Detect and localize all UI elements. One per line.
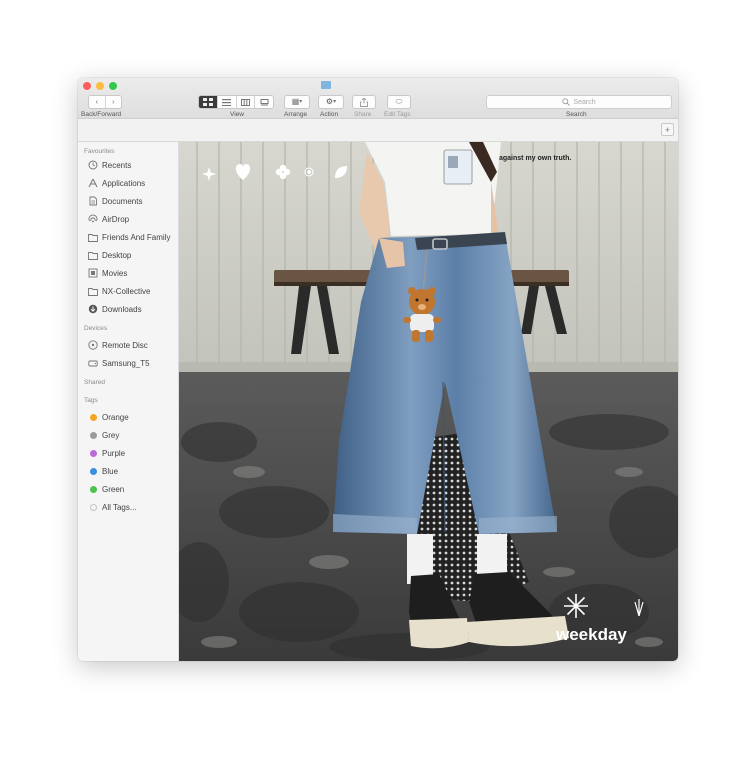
sidebar-heading-devices: Devices	[84, 325, 108, 332]
sidebar-item-label: Samsung_T5	[102, 358, 150, 368]
arrange-button[interactable]: ▦ ▾	[284, 95, 310, 109]
download-icon	[88, 304, 98, 314]
action-label: Action	[320, 111, 339, 118]
sidebar-item-label: Friends And Family	[102, 232, 171, 242]
starburst-icon	[564, 594, 588, 618]
sidebar-item-label: Remote Disc	[102, 340, 148, 350]
toolbar: ‹ › Back/Forward View ▦ ▾ Arrange ⚙ ▾ Ac…	[78, 78, 678, 119]
search-icon	[562, 98, 571, 106]
folder-icon	[88, 232, 98, 242]
sidebar-item-label: Purple	[102, 448, 126, 458]
sidebar-item-label: AirDrop	[102, 214, 130, 224]
all-tags-icon	[88, 502, 98, 512]
share-icon	[360, 97, 368, 107]
applications-icon	[88, 178, 98, 188]
sidebar-item-downloads[interactable]: Downloads	[88, 302, 178, 316]
sidebar-item-label: Blue	[102, 466, 119, 476]
forward-button[interactable]: ›	[105, 96, 121, 108]
sidebar-item-friends-and-family[interactable]: Friends And Family	[88, 230, 178, 244]
sidebar-item-label: All Tags...	[102, 502, 137, 512]
sidebar-item-samsung-t5[interactable]: Samsung_T5	[88, 356, 178, 370]
drive-icon	[88, 358, 98, 368]
back-button[interactable]: ‹	[89, 96, 106, 108]
tab-bar: +	[78, 119, 678, 142]
sidebar-item-label: Orange	[102, 412, 129, 422]
sidebar-item-label: Applications	[102, 178, 146, 188]
sidebar-tag-orange[interactable]: Orange	[88, 410, 178, 424]
sidebar-item-label: Movies	[102, 268, 128, 278]
sidebar-heading-shared: Shared	[84, 379, 105, 386]
search-placeholder: Search	[573, 98, 596, 106]
tag-color-dot	[88, 448, 98, 458]
film-icon	[88, 268, 98, 278]
sidebar-item-desktop[interactable]: Desktop	[88, 248, 178, 262]
wall-sign-text: against my own truth.	[499, 155, 571, 162]
sidebar-heading-tags: Tags	[84, 397, 98, 404]
clock-icon	[88, 160, 98, 170]
sidebar-tag-grey[interactable]: Grey	[88, 428, 178, 442]
share-label: Share	[354, 111, 372, 118]
new-tab-button[interactable]: +	[661, 123, 674, 136]
search-label: Search	[566, 111, 587, 118]
disc-icon	[88, 340, 98, 350]
sidebar-tag-green[interactable]: Green	[88, 482, 178, 496]
tag-icon: ⬭	[395, 97, 403, 106]
close-button[interactable]	[83, 82, 91, 90]
content-area: against my own truth. weekday	[179, 142, 678, 661]
desktop-icon	[88, 250, 98, 260]
sidebar-item-remote-disc[interactable]: Remote Disc	[88, 338, 178, 352]
sidebar-heading-favourites: Favourites	[84, 148, 115, 155]
arrange-label: Arrange	[284, 111, 308, 118]
tag-color-dot	[88, 466, 98, 476]
sidebar-tag-purple[interactable]: Purple	[88, 446, 178, 460]
minimize-button[interactable]	[96, 82, 104, 90]
sidebar-item-label: Green	[102, 484, 125, 494]
weekday-watermark: weekday	[555, 625, 627, 644]
list-view-icon[interactable]	[217, 96, 237, 108]
sidebar-item-label: Grey	[102, 430, 120, 440]
tag-color-dot	[88, 430, 98, 440]
action-button[interactable]: ⚙ ▾	[318, 95, 344, 109]
sidebar-item-label: Documents	[102, 196, 143, 206]
sidebar-item-movies[interactable]: Movies	[88, 266, 178, 280]
zoom-button[interactable]	[109, 82, 117, 90]
edit-tags-button[interactable]: ⬭	[387, 95, 411, 109]
sidebar-item-label: Desktop	[102, 250, 132, 260]
back-forward-control[interactable]: ‹ ›	[88, 95, 122, 109]
sidebar-item-label: Recents	[102, 160, 132, 170]
tag-color-dot	[88, 412, 98, 422]
edit-tags-label: Edit Tags	[384, 111, 411, 118]
chevron-down-icon: ▾	[299, 99, 303, 105]
photo: against my own truth. weekday	[179, 142, 678, 661]
view-label: View	[230, 111, 244, 118]
back-forward-label: Back/Forward	[81, 111, 122, 118]
gear-icon: ⚙	[325, 97, 334, 106]
share-button[interactable]	[352, 95, 376, 109]
sidebar: Favourites Recents Applications Document…	[78, 142, 179, 661]
view-control[interactable]	[198, 95, 274, 109]
sidebar-item-label: Downloads	[102, 304, 142, 314]
sidebar-item-applications[interactable]: Applications	[88, 176, 178, 190]
plus-icon: +	[664, 124, 671, 135]
icon-view-icon[interactable]	[199, 96, 218, 108]
chevron-down-icon: ▾	[333, 99, 337, 105]
tag-color-dot	[88, 484, 98, 494]
sidebar-tag-all-tags[interactable]: All Tags...	[88, 500, 178, 514]
sidebar-tag-blue[interactable]: Blue	[88, 464, 178, 478]
sidebar-item-label: NX-Collective	[102, 286, 151, 296]
sidebar-item-airdrop[interactable]: AirDrop	[88, 212, 178, 226]
sidebar-item-nx-collective[interactable]: NX-Collective	[88, 284, 178, 298]
sidebar-item-recents[interactable]: Recents	[88, 158, 178, 172]
search-field[interactable]: Search	[486, 95, 672, 109]
grid-icon: ▦	[291, 97, 300, 106]
gallery-view-icon[interactable]	[255, 96, 273, 108]
column-view-icon[interactable]	[236, 96, 256, 108]
finder-window: ‹ › Back/Forward View ▦ ▾ Arrange ⚙ ▾ Ac…	[78, 78, 678, 661]
sidebar-item-documents[interactable]: Documents	[88, 194, 178, 208]
folder-icon	[88, 286, 98, 296]
airdrop-icon	[88, 214, 98, 224]
document-icon	[88, 196, 98, 206]
folder-title-icon	[321, 81, 331, 89]
